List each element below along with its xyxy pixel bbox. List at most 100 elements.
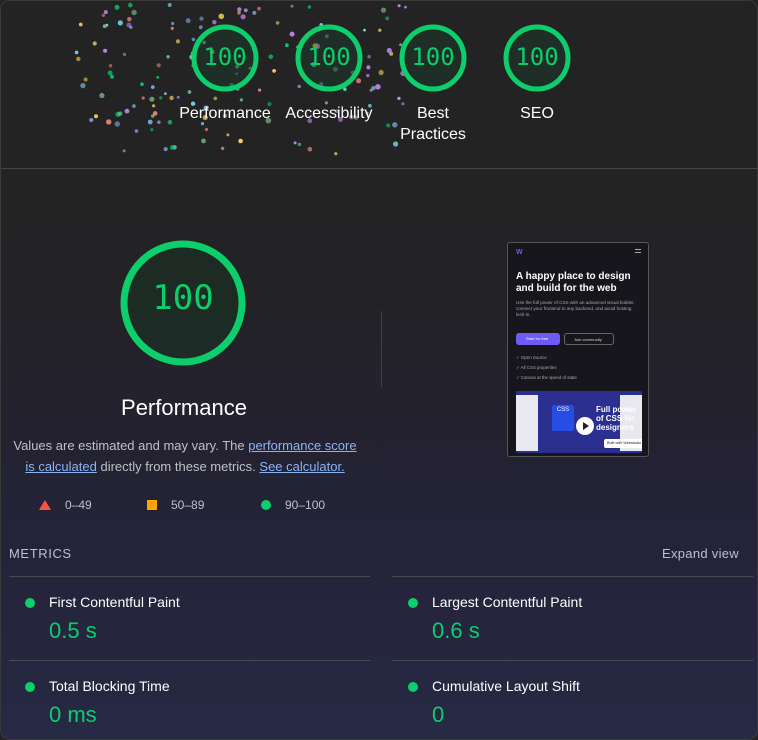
confetti-dot <box>99 92 105 99</box>
screenshot-secondary-button: Join community <box>564 333 614 345</box>
css-shield-icon: CSS <box>552 405 574 431</box>
confetti-dot <box>307 5 312 9</box>
confetti-dot <box>94 114 98 119</box>
circle-icon <box>261 500 271 510</box>
confetti-dot <box>106 119 112 125</box>
final-screenshot-thumbnail[interactable]: W A happy place to design and build for … <box>507 242 649 457</box>
confetti-dot <box>252 10 257 15</box>
site-logo-icon: W <box>516 249 523 256</box>
lighthouse-report: 100 Performance 100 Accessibility 100 Be… <box>0 0 758 740</box>
gauge-accessibility[interactable]: 100 Accessibility <box>279 23 379 124</box>
metric-name: Largest Contentful Paint <box>432 594 583 610</box>
confetti-dot <box>107 70 113 76</box>
triangle-icon <box>39 500 51 510</box>
confetti-dot <box>150 128 154 132</box>
score-summary-bar: 100 Performance 100 Accessibility 100 Be… <box>1 1 757 169</box>
confetti-dot <box>204 127 209 132</box>
confetti-dot <box>166 55 170 59</box>
confetti-dot <box>297 142 302 147</box>
pass-icon <box>408 598 418 608</box>
gauge-label: Best Practices <box>400 105 466 143</box>
legend-range: 0–49 <box>65 498 92 512</box>
confetti-dot <box>334 152 338 156</box>
screenshot-heading: A happy place to design and build for th… <box>516 271 631 294</box>
metric-largest-contentful-paint: Largest Contentful Paint 0.6 s <box>392 586 742 666</box>
expand-view-toggle[interactable]: Expand view <box>662 546 739 561</box>
confetti-dot <box>150 85 155 89</box>
confetti-dot <box>243 8 248 13</box>
performance-score: 100 <box>152 278 214 318</box>
confetti-dot <box>83 77 88 82</box>
confetti-dot <box>169 95 174 101</box>
pass-icon <box>25 598 35 608</box>
performance-gauge: 100 <box>118 238 248 368</box>
legend-item-fail: 0–49 <box>39 498 92 512</box>
gauge-seo[interactable]: 100 SEO <box>487 23 587 124</box>
confetti-dot <box>385 16 390 21</box>
see-calculator-link[interactable]: See calculator. <box>259 459 344 474</box>
metric-name: Cumulative Layout Shift <box>432 678 580 694</box>
performance-description: Values are estimated and may vary. The p… <box>9 435 361 477</box>
legend-item-pass: 90–100 <box>261 498 325 512</box>
confetti-dot <box>122 52 127 57</box>
metric-cumulative-layout-shift: Cumulative Layout Shift 0 <box>392 670 742 739</box>
confetti-dot <box>89 117 94 123</box>
confetti-dot <box>218 13 225 20</box>
confetti-dot <box>118 111 123 116</box>
confetti-dot <box>201 138 206 144</box>
metric-value: 0 <box>432 702 445 727</box>
confetti-dot <box>240 14 246 20</box>
confetti-dot <box>76 56 81 62</box>
metric-divider <box>9 576 370 577</box>
screenshot-primary-button: Start for free <box>516 333 560 345</box>
confetti-dot <box>108 63 113 68</box>
confetti-dot <box>117 20 123 26</box>
confetti-dot <box>114 4 120 10</box>
square-icon <box>147 500 157 510</box>
confetti-dot <box>169 145 175 150</box>
play-icon <box>576 417 594 435</box>
confetti-dot <box>124 108 130 114</box>
gauge-best-practices[interactable]: 100 Best Practices <box>383 23 483 145</box>
gauge-performance[interactable]: 100 Performance <box>175 23 275 124</box>
confetti-dot <box>122 149 126 153</box>
gauge-score: 100 <box>515 43 559 71</box>
confetti-dot <box>126 22 132 28</box>
confetti-dot <box>131 9 137 16</box>
score-legend: 0–49 50–89 90–100 <box>39 498 359 514</box>
confetti-dot <box>157 120 161 124</box>
screenshot-video-text: Full power of CSS for designers <box>596 405 636 432</box>
confetti-dot <box>134 129 139 133</box>
screenshot-check-item: ✓ All CSS properties <box>516 365 557 370</box>
legend-range: 50–89 <box>171 498 205 512</box>
confetti-dot <box>141 96 145 100</box>
screenshot-built-badge: Built with Webstudio <box>604 439 642 448</box>
metric-value: 0.5 s <box>49 618 97 643</box>
pass-icon <box>25 682 35 692</box>
confetti-dot <box>171 21 175 26</box>
confetti-dot <box>78 22 83 27</box>
gauge-score: 100 <box>203 43 247 71</box>
confetti-dot <box>101 13 106 17</box>
legend-range: 90–100 <box>285 498 326 512</box>
metric-total-blocking-time: Total Blocking Time 0 ms <box>9 670 359 739</box>
screenshot-check-item: ✓ Open Source <box>516 355 547 360</box>
screenshot-subtext: Use the full power of CSS with an advanc… <box>516 300 635 317</box>
confetti-dot <box>140 82 144 86</box>
confetti-dot <box>159 96 163 100</box>
metric-divider <box>392 576 753 577</box>
section-divider <box>381 311 382 387</box>
confetti-dot <box>164 92 167 95</box>
gauge-score: 100 <box>307 43 351 71</box>
confetti-dot <box>220 146 225 151</box>
legend-item-average: 50–89 <box>147 498 204 512</box>
description-text: directly from these metrics. <box>96 459 260 474</box>
confetti-dot <box>103 48 108 53</box>
confetti-dot <box>105 23 109 27</box>
gauge-label: Accessibility <box>285 105 373 122</box>
confetti-dot <box>132 104 136 108</box>
metric-first-contentful-paint: First Contentful Paint 0.5 s <box>9 586 359 666</box>
confetti-dot <box>380 7 387 13</box>
gauge-label: Performance <box>179 105 271 122</box>
confetti-dot <box>404 5 407 9</box>
